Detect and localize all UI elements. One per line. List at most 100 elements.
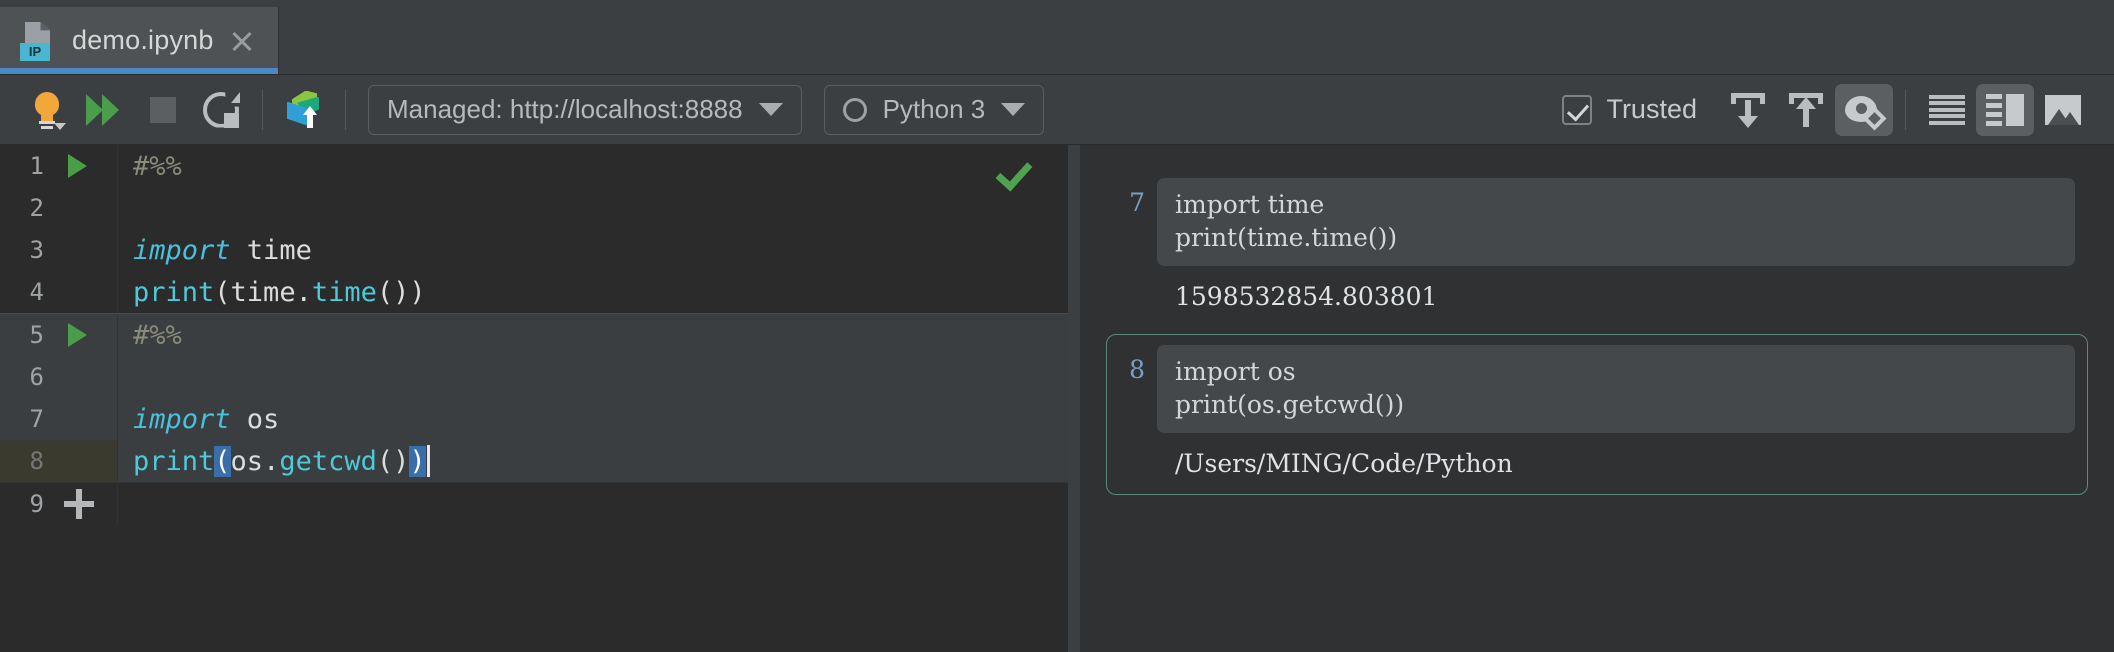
line-number: 6 (0, 363, 50, 391)
kernel-selector-label: Python 3 (883, 94, 986, 125)
arg-module: os (231, 446, 264, 477)
toolbar-divider (345, 90, 346, 130)
line-number: 7 (0, 405, 50, 433)
editor-tab-demo-ipynb[interactable]: IP demo.ipynb (0, 7, 279, 74)
tab-active-underline (0, 68, 278, 74)
paren-open-highlighted: ( (214, 446, 230, 477)
run-all-button[interactable] (76, 84, 134, 136)
upload-notebook-icon (284, 90, 324, 130)
cell-executed-check-icon (998, 159, 1032, 181)
chevron-down-icon (759, 103, 783, 116)
trusted-label: Trusted (1606, 94, 1697, 125)
server-selector[interactable]: Managed: http://localhost:8888 (368, 85, 802, 135)
stop-icon (150, 97, 176, 123)
cell-marker-comment: #%% (133, 151, 182, 182)
tab-title: demo.ipynb (72, 25, 214, 56)
line-number: 1 (0, 152, 50, 180)
list-lines-icon (1929, 95, 1965, 125)
plus-icon[interactable] (64, 489, 94, 519)
function-print: print (133, 446, 214, 477)
module-name: os (231, 404, 280, 435)
keyword-import: import (133, 235, 231, 266)
arg-module: time (231, 277, 296, 308)
source-line: import time (1175, 188, 2057, 221)
lightbulb-icon (32, 90, 62, 130)
notebook-toolbar: Managed: http://localhost:8888 Python 3 … (0, 75, 2114, 145)
line-number: 3 (0, 236, 50, 264)
output-cell-source[interactable]: import time print(time.time()) (1157, 178, 2075, 266)
upload-to-server-button[interactable] (1777, 84, 1835, 136)
source-line: import os (1175, 355, 2057, 388)
editor-code-area[interactable]: #%% import time print(time.time()) (118, 145, 1068, 313)
restart-kernel-icon (203, 92, 239, 128)
upload-notebook-button[interactable] (275, 84, 333, 136)
output-cell-source[interactable]: import os print(os.getcwd()) (1157, 345, 2075, 433)
toolbar-divider (1905, 90, 1906, 130)
view-source-only-button[interactable] (1918, 84, 1976, 136)
dot: . (296, 277, 312, 308)
paren-close: ) (409, 277, 425, 308)
editor-gutter[interactable]: 1 2 3 4 (0, 145, 118, 313)
stop-button[interactable] (134, 84, 192, 136)
ipynb-badge-label: IP (20, 43, 50, 61)
run-cell-icon[interactable] (68, 154, 87, 178)
paren-close-highlighted: ) (409, 446, 425, 477)
line-number: 5 (0, 321, 50, 349)
cell-marker-comment: #%% (133, 320, 182, 351)
chevron-down-icon (1001, 103, 1025, 116)
editor-cell-1[interactable]: 1 2 3 4 #%% import time print(time.time(… (0, 145, 1068, 313)
source-line: print(os.getcwd()) (1175, 388, 2057, 421)
run-cell-icon[interactable] (68, 323, 87, 347)
trusted-checkbox-icon[interactable] (1562, 95, 1592, 125)
output-cell-number: 7 (1129, 188, 1145, 217)
trusted-toggle[interactable]: Trusted (1562, 94, 1697, 125)
restart-kernel-button[interactable] (192, 84, 250, 136)
output-cell-number: 8 (1129, 355, 1145, 384)
editor-add-cell-row[interactable]: 9 (0, 482, 1068, 525)
editor-gutter[interactable]: 9 (0, 483, 118, 525)
inner-parens: () (377, 446, 410, 477)
editor-cell-2[interactable]: 5 6 7 8 #%% import os print(os.getcwd()) (0, 313, 1068, 482)
line-number: 9 (0, 490, 50, 518)
output-cell-7[interactable]: 7 import time print(time.time()) 1598532… (1106, 167, 2088, 328)
line-number: 8 (0, 447, 50, 475)
output-cell-result: 1598532854.803801 (1157, 266, 2075, 317)
editor-code-area[interactable]: #%% import os print(os.getcwd()) (118, 314, 1068, 482)
upload-icon (1788, 91, 1824, 129)
line-number: 4 (0, 278, 50, 306)
inspections-lightbulb-button[interactable] (18, 84, 76, 136)
ipynb-file-icon: IP (20, 21, 58, 61)
editor-gutter[interactable]: 5 6 7 8 (0, 314, 118, 482)
inner-parens: () (377, 277, 410, 308)
function-print: print (133, 277, 214, 308)
view-split-button[interactable] (1976, 84, 2034, 136)
preview-code-icon (1845, 93, 1883, 127)
output-cell-result: /Users/MING/Code/Python (1157, 433, 2075, 484)
line-number: 2 (0, 194, 50, 222)
download-icon (1730, 91, 1766, 129)
download-notebook-button[interactable] (1719, 84, 1777, 136)
image-view-icon (2045, 95, 2081, 125)
run-all-icon (86, 94, 124, 126)
paren-open: ( (214, 277, 230, 308)
notebook-output-pane[interactable]: 7 import time print(time.time()) 1598532… (1080, 145, 2114, 652)
module-name: time (231, 235, 312, 266)
code-editor-pane[interactable]: 1 2 3 4 #%% import time print(time.time(… (0, 145, 1068, 652)
source-line: print(time.time()) (1175, 221, 2057, 254)
keyword-import: import (133, 404, 231, 435)
editor-code-area[interactable] (118, 483, 1068, 525)
pane-splitter[interactable] (1068, 145, 1080, 652)
kernel-idle-circle-icon (843, 98, 867, 122)
split-view-icon (1986, 94, 2024, 126)
output-cell-8[interactable]: 8 import os print(os.getcwd()) /Users/MI… (1106, 334, 2088, 495)
arg-method: time (312, 277, 377, 308)
main-split: 1 2 3 4 #%% import time print(time.time(… (0, 145, 2114, 652)
dot: . (263, 446, 279, 477)
kernel-selector[interactable]: Python 3 (824, 85, 1045, 135)
toolbar-divider (262, 90, 263, 130)
arg-method: getcwd (279, 446, 377, 477)
view-rendered-button[interactable] (2034, 84, 2092, 136)
preview-code-button[interactable] (1835, 84, 1893, 136)
close-icon[interactable] (228, 27, 256, 55)
text-caret (427, 445, 430, 477)
